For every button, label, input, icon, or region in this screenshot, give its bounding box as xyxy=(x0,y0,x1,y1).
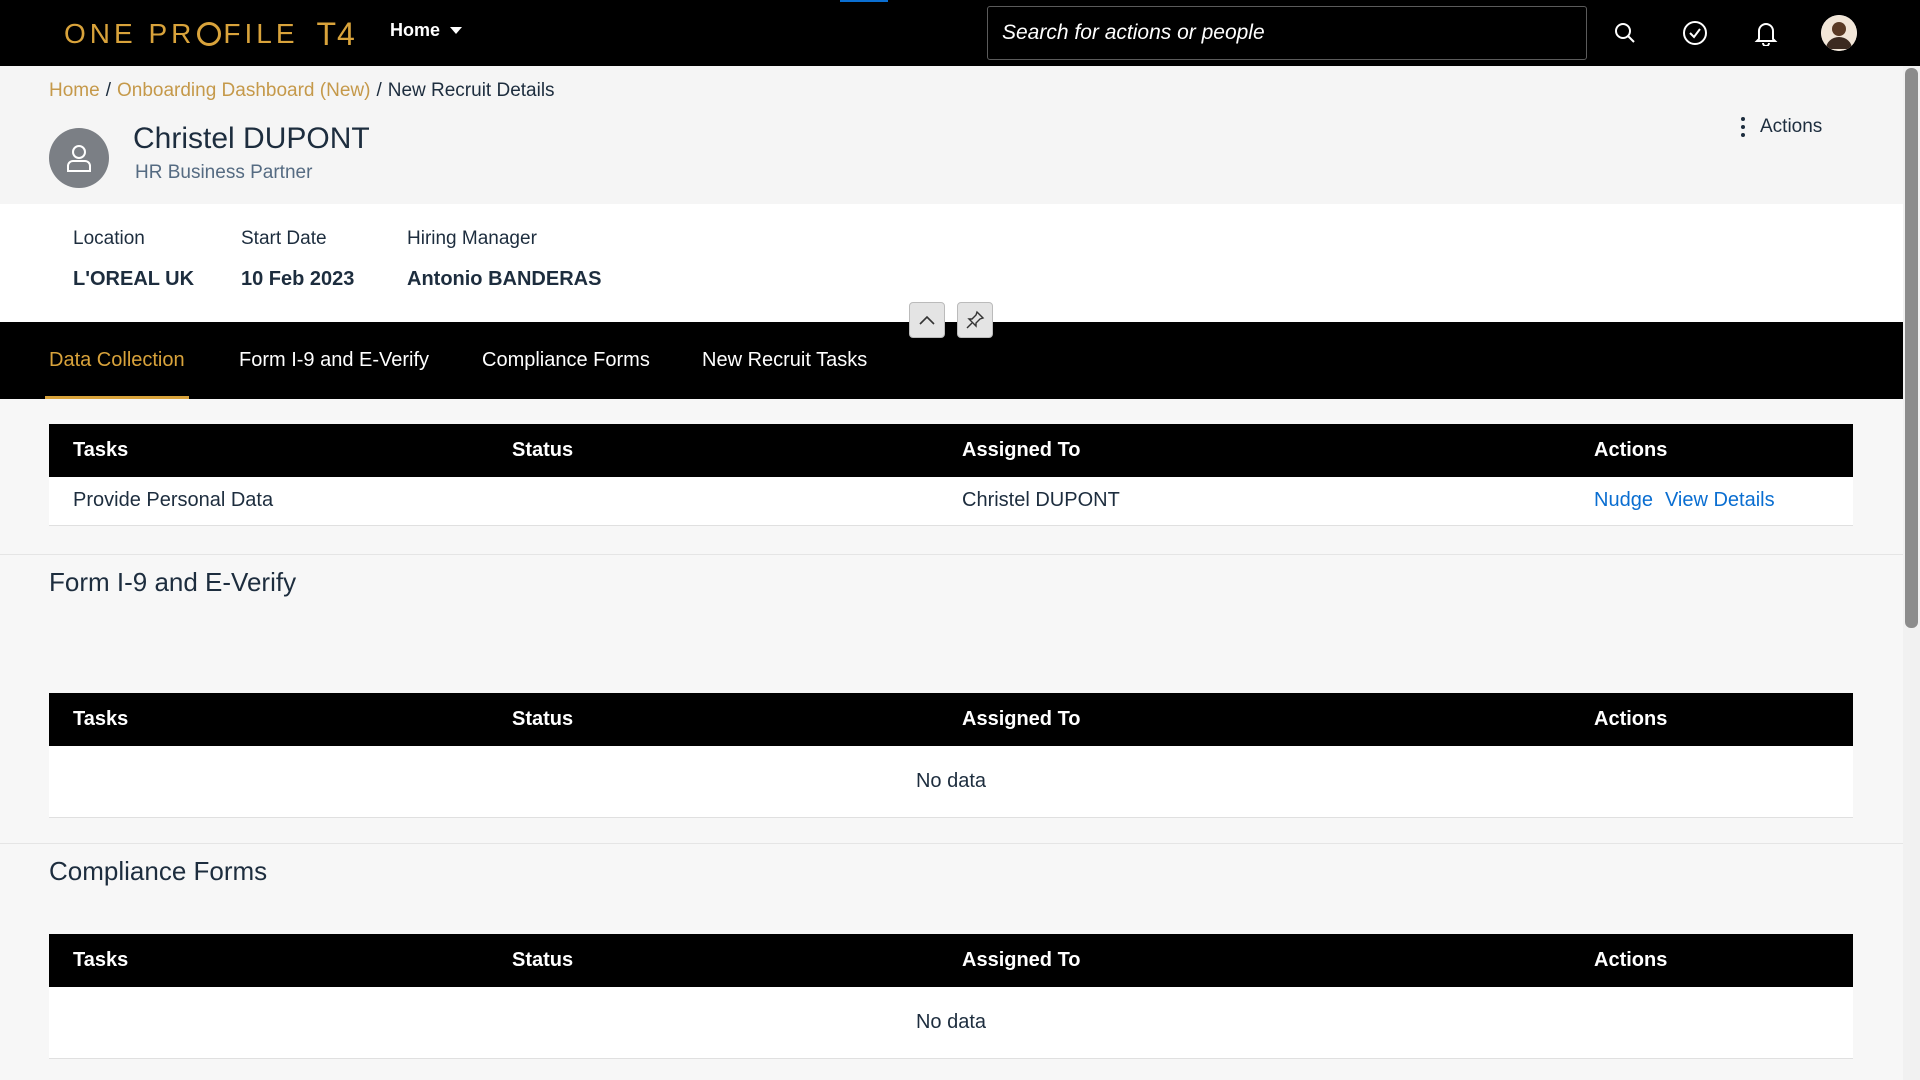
view-details-link[interactable]: View Details xyxy=(1665,489,1775,511)
breadcrumb-home-link[interactable]: Home xyxy=(49,80,100,101)
breadcrumb-separator: / xyxy=(376,80,382,101)
table-row: Provide Personal Data Christel DUPONT Nu… xyxy=(49,477,1853,526)
attribute-location: Location L'OREAL UK xyxy=(73,228,194,291)
attribute-value: L'OREAL UK xyxy=(73,268,195,290)
task-cell: Provide Personal Data xyxy=(49,477,488,526)
shell-bar: ONE PR FILE T4 Home xyxy=(0,0,1920,66)
actions-button[interactable]: Actions xyxy=(1740,116,1822,138)
form-i9-table: Tasks Status Assigned To Actions No data xyxy=(49,693,1853,818)
overflow-icon xyxy=(1741,117,1745,137)
attribute-hiring-manager: Hiring Manager Antonio BANDERAS xyxy=(407,228,601,291)
section-divider xyxy=(0,554,1903,555)
table-row: No data xyxy=(49,987,1853,1059)
attribute-label: Hiring Manager xyxy=(407,228,537,249)
table-header-row: Tasks Status Assigned To Actions xyxy=(49,693,1853,746)
column-header-assigned-to: Assigned To xyxy=(938,424,1570,477)
logo-suffix: T4 xyxy=(316,15,356,52)
compliance-forms-table: Tasks Status Assigned To Actions No data xyxy=(49,934,1853,1059)
logo-text-start: ONE PR xyxy=(64,18,196,49)
app-logo[interactable]: ONE PR FILE T4 xyxy=(64,14,356,54)
attribute-value: Antonio BANDERAS xyxy=(407,268,602,290)
table-header-row: Tasks Status Assigned To Actions xyxy=(49,934,1853,987)
tab-data-collection[interactable]: Data Collection xyxy=(45,322,189,399)
tab-new-recruit-tasks[interactable]: New Recruit Tasks xyxy=(702,322,867,399)
tab-compliance-forms[interactable]: Compliance Forms xyxy=(482,322,650,399)
notifications-bell-icon[interactable] xyxy=(1750,17,1782,49)
column-header-tasks: Tasks xyxy=(49,934,488,987)
tab-form-i9-everify[interactable]: Form I-9 and E-Verify xyxy=(239,322,429,399)
data-collection-table: Tasks Status Assigned To Actions Provide… xyxy=(49,424,1853,526)
column-header-actions: Actions xyxy=(1570,424,1853,477)
tab-bar: Data Collection Form I-9 and E-Verify Co… xyxy=(0,322,1903,399)
actions-cell: Nudge View Details xyxy=(1570,477,1853,526)
object-header: Home / Onboarding Dashboard (New) / New Recr… xyxy=(0,66,1903,204)
column-header-status: Status xyxy=(488,424,938,477)
column-header-assigned-to: Assigned To xyxy=(938,693,1570,746)
section-title-compliance-forms: Compliance Forms xyxy=(49,856,268,886)
attribute-value: 10 Feb 2023 xyxy=(241,268,355,290)
chevron-up-icon xyxy=(919,315,935,325)
search-input[interactable] xyxy=(988,7,1586,59)
section-title-form-i9: Form I-9 and E-Verify xyxy=(49,567,297,597)
person-avatar xyxy=(49,128,109,188)
no-data-text: No data xyxy=(49,746,1853,818)
home-menu-button[interactable]: Home xyxy=(390,20,463,41)
column-header-tasks: Tasks xyxy=(49,424,488,477)
page-title: Christel DUPONT xyxy=(133,122,370,155)
status-cell xyxy=(488,477,938,526)
section-divider xyxy=(0,843,1903,844)
collapse-header-button[interactable] xyxy=(909,302,945,338)
logo-text-end: FILE xyxy=(223,18,299,49)
table-header-row: Tasks Status Assigned To Actions xyxy=(49,424,1853,477)
column-header-tasks: Tasks xyxy=(49,693,488,746)
breadcrumb: Home / Onboarding Dashboard (New) / New Recr… xyxy=(49,80,555,102)
person-job-title: HR Business Partner xyxy=(135,162,313,183)
breadcrumb-current: New Recruit Details xyxy=(387,80,555,101)
loading-indicator xyxy=(840,0,888,2)
actions-label: Actions xyxy=(1760,116,1823,137)
attribute-label: Location xyxy=(73,228,145,249)
pin-icon xyxy=(966,310,985,329)
page-scrollbar[interactable] xyxy=(1903,66,1920,1080)
pin-header-button[interactable] xyxy=(957,302,993,338)
column-header-assigned-to: Assigned To xyxy=(938,934,1570,987)
todo-check-icon[interactable] xyxy=(1679,17,1711,49)
home-menu-label: Home xyxy=(390,20,441,40)
logo-o-icon xyxy=(197,22,222,46)
global-search[interactable] xyxy=(987,6,1587,60)
scrollbar-thumb[interactable] xyxy=(1905,68,1918,628)
user-avatar[interactable] xyxy=(1821,15,1857,51)
column-header-status: Status xyxy=(488,934,938,987)
person-icon xyxy=(67,145,91,172)
column-header-status: Status xyxy=(488,693,938,746)
breadcrumb-onboarding-dashboard-link[interactable]: Onboarding Dashboard (New) xyxy=(117,80,370,101)
column-header-actions: Actions xyxy=(1570,934,1853,987)
breadcrumb-separator: / xyxy=(105,80,111,101)
assigned-to-cell: Christel DUPONT xyxy=(938,477,1570,526)
nudge-link[interactable]: Nudge xyxy=(1594,489,1653,511)
search-icon[interactable] xyxy=(1609,17,1641,49)
header-attributes: Location L'OREAL UK Start Date 10 Feb 20… xyxy=(0,204,1903,322)
column-header-actions: Actions xyxy=(1570,693,1853,746)
caret-down-icon xyxy=(450,27,463,34)
main-content: Tasks Status Assigned To Actions Provide… xyxy=(0,399,1903,1080)
table-row: No data xyxy=(49,746,1853,818)
attribute-label: Start Date xyxy=(241,228,327,249)
no-data-text: No data xyxy=(49,987,1853,1059)
attribute-start-date: Start Date 10 Feb 2023 xyxy=(241,228,354,291)
